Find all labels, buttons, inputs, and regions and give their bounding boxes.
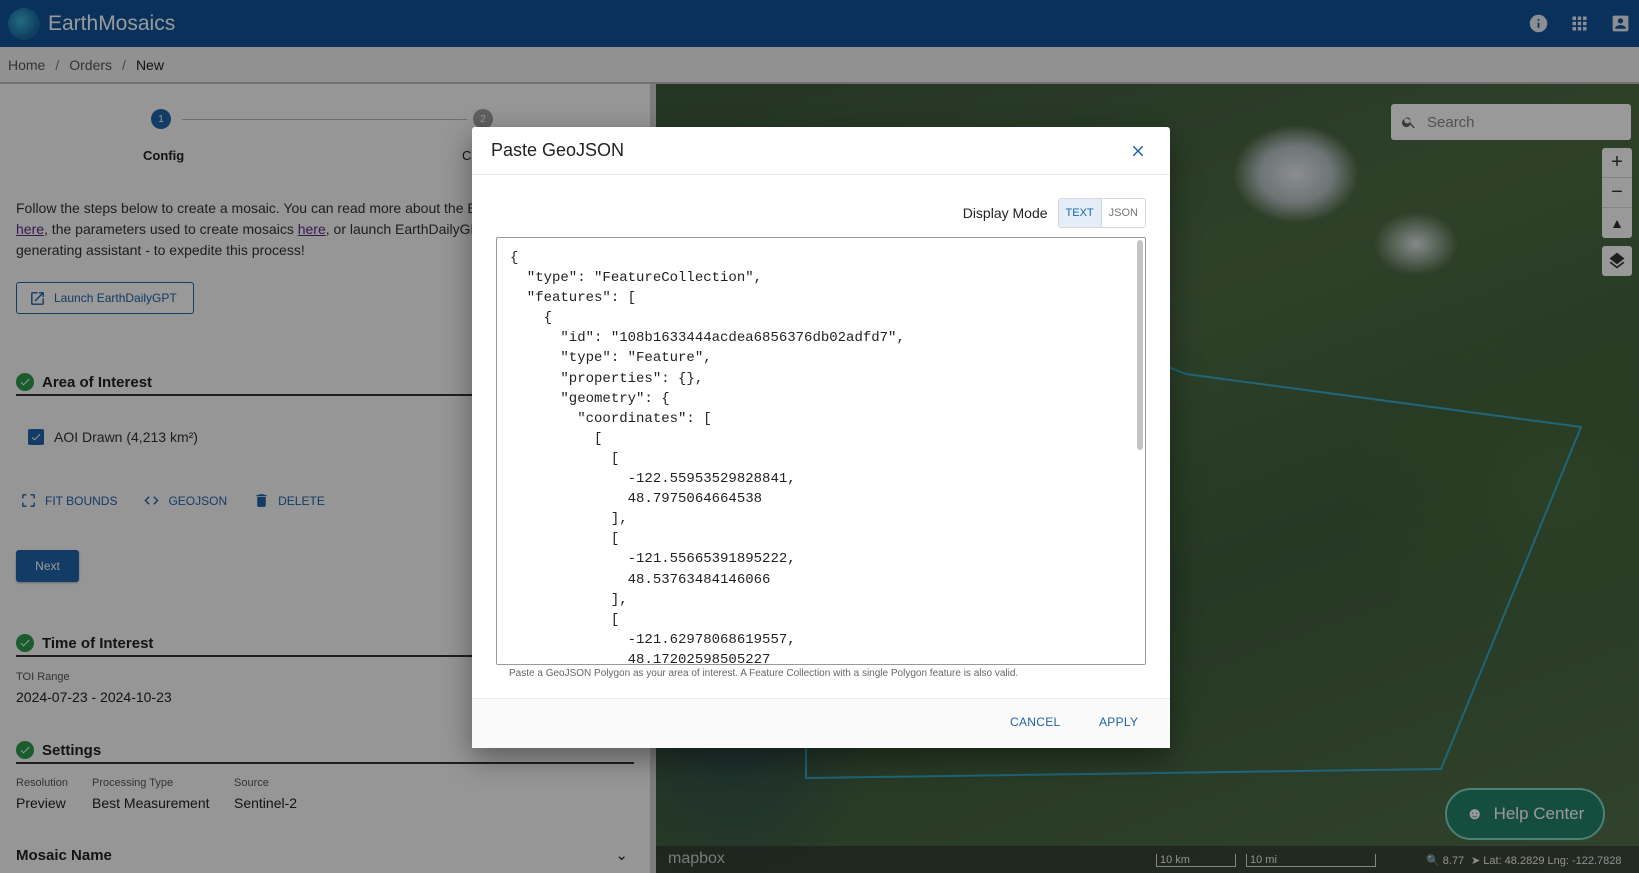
textarea-scrollbar[interactable]	[1137, 240, 1143, 450]
mode-text-button[interactable]: TEXT	[1058, 199, 1102, 227]
display-mode-toggle: TEXT JSON	[1057, 198, 1146, 228]
close-icon	[1132, 145, 1144, 157]
dialog-footer: CANCEL APPLY	[472, 698, 1170, 748]
geojson-text: { "type": "FeatureCollection", "features…	[510, 250, 905, 665]
apply-button[interactable]: APPLY	[1099, 715, 1138, 729]
display-mode-label: Display Mode	[962, 205, 1048, 221]
paste-geojson-dialog: Paste GeoJSON Display Mode TEXT JSON { "…	[472, 127, 1170, 748]
cancel-button[interactable]: CANCEL	[1010, 715, 1060, 729]
dialog-title: Paste GeoJSON	[491, 140, 625, 160]
mode-json-button[interactable]: JSON	[1102, 199, 1145, 227]
geojson-textarea[interactable]: { "type": "FeatureCollection", "features…	[496, 237, 1146, 665]
geojson-helper-text: Paste a GeoJSON Polygon as your area of …	[509, 668, 1019, 679]
display-mode-control: Display Mode TEXT JSON	[963, 198, 1146, 228]
close-button[interactable]	[1126, 139, 1150, 163]
dialog-header: Paste GeoJSON	[472, 127, 1170, 175]
